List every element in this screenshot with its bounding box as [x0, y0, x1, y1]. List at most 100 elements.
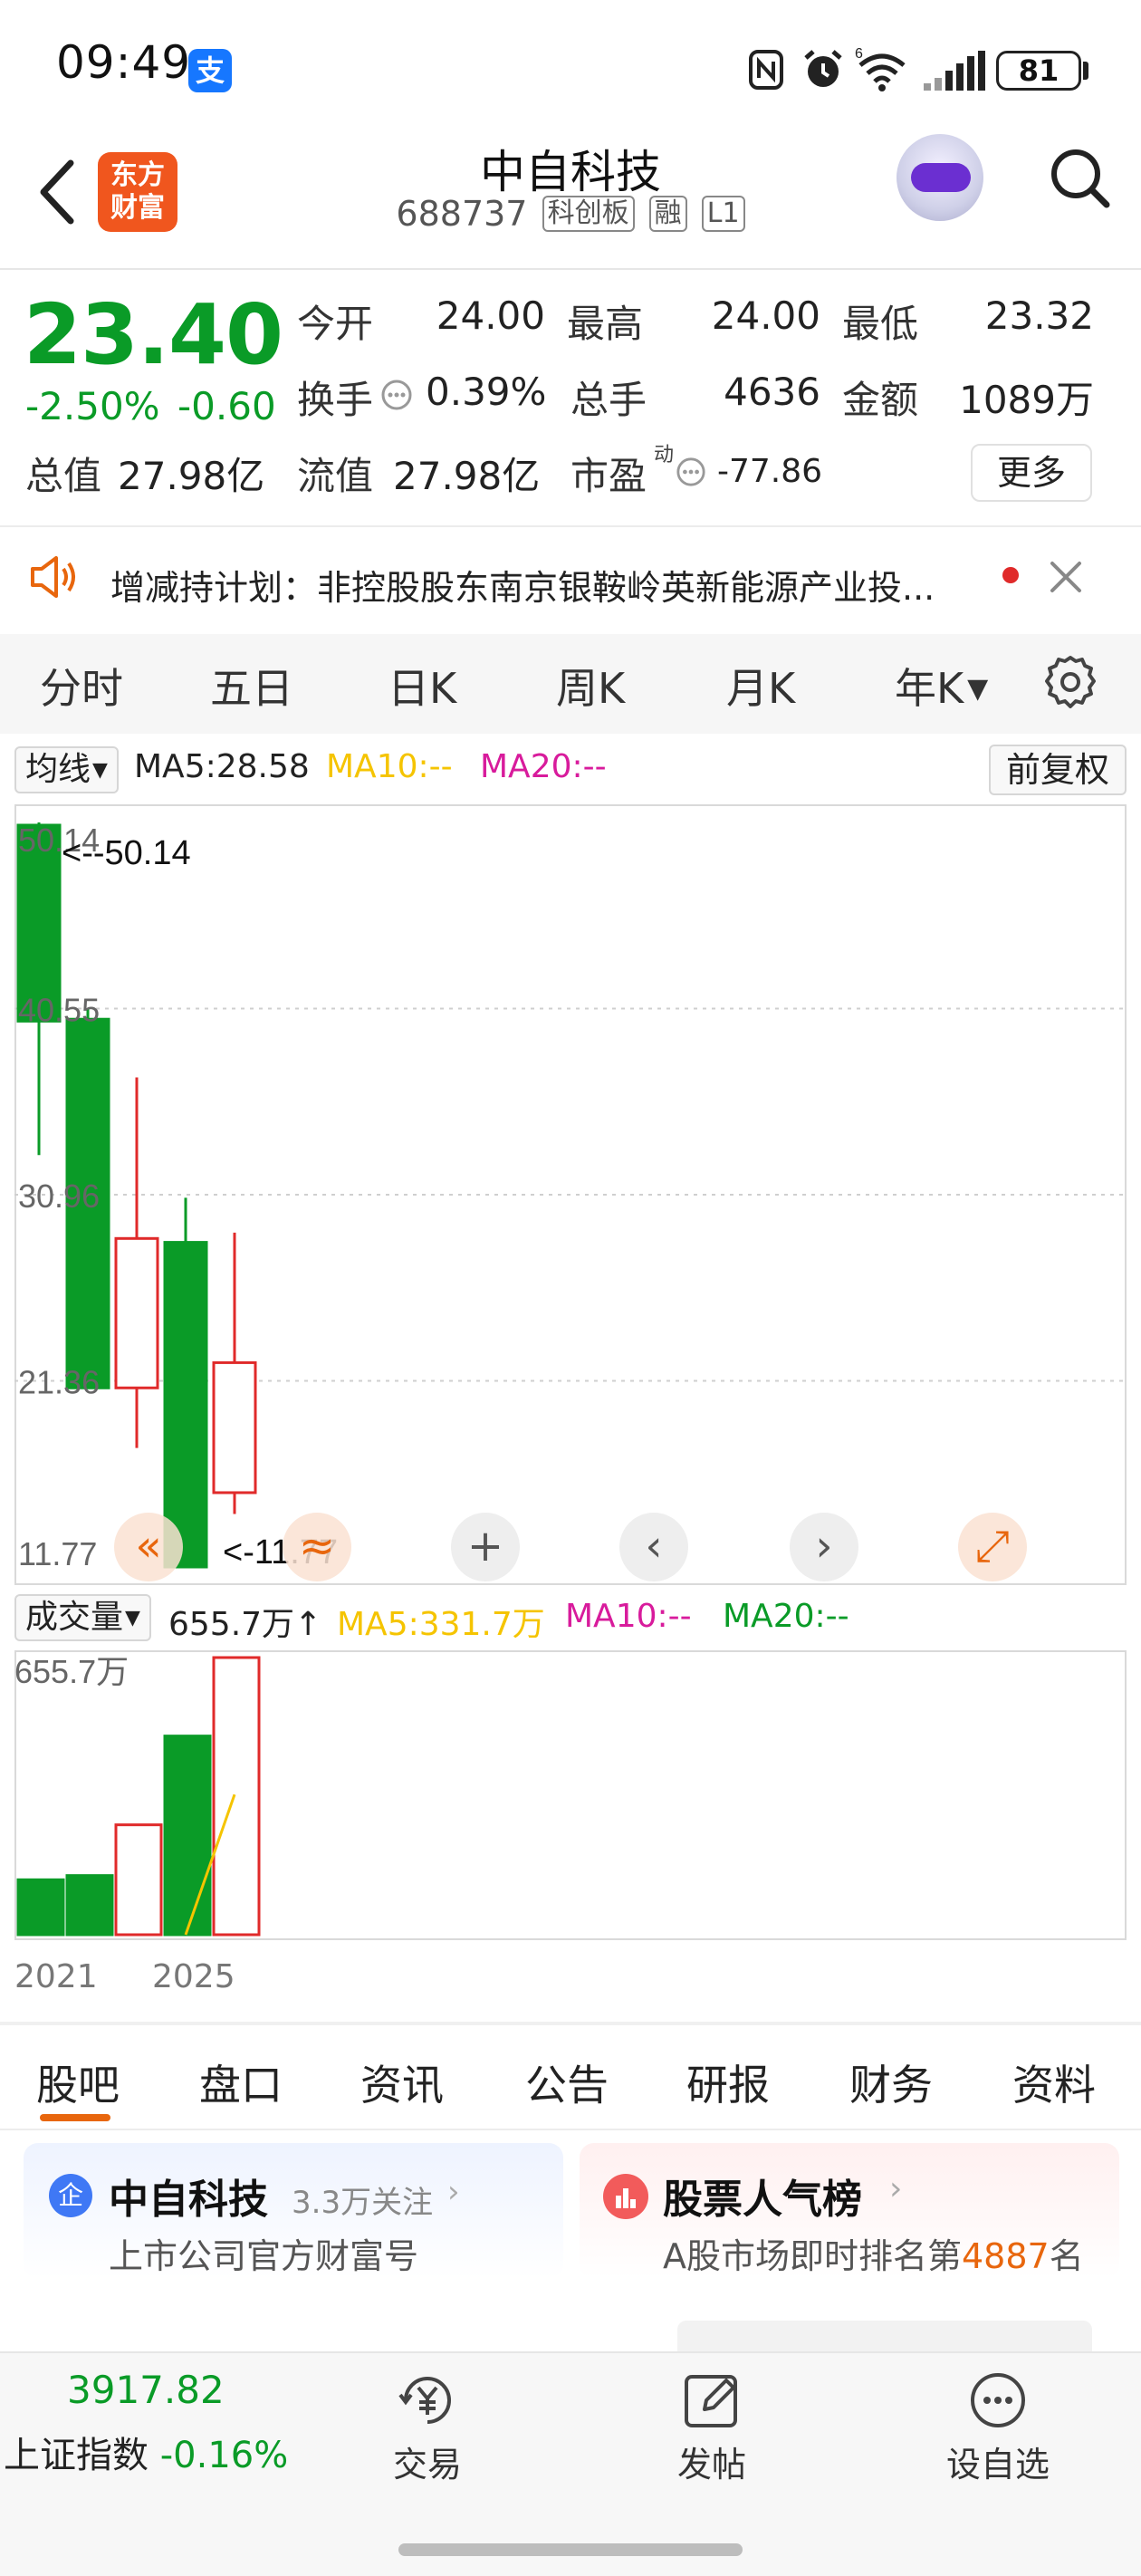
y-tick-label: 30.96 [18, 1177, 100, 1215]
open-label: 今开 [297, 302, 374, 346]
close-icon[interactable] [1047, 558, 1085, 596]
info-icon[interactable] [380, 379, 413, 411]
notice-unread-dot [1002, 567, 1019, 583]
quote-divider [0, 525, 1141, 527]
tab-yearly-k-label: 年K [895, 664, 964, 713]
zoom-in-icon[interactable]: + [451, 1513, 520, 1581]
amount-value: 1089万 [959, 378, 1094, 422]
float-label: 流值 [297, 454, 374, 498]
trade-yen-icon[interactable] [395, 2368, 460, 2433]
turnover-value: 0.39% [426, 370, 547, 414]
tab-intraday[interactable]: 分时 [40, 656, 123, 716]
volume-bar-down [65, 1874, 114, 1937]
ranking-icon [603, 2174, 648, 2219]
ma10-legend: MA10:-- [326, 748, 453, 785]
pe-value: -77.86 [717, 453, 823, 490]
change-value: -0.60 [177, 384, 276, 428]
chevron-left-icon[interactable]: ‹ [619, 1513, 688, 1581]
volume-value: 4636 [724, 370, 820, 414]
popularity-card[interactable]: 股票人气榜 › A股市场即时排名第4887名 [580, 2143, 1119, 2279]
wifi-icon: 6 [855, 46, 906, 91]
candle-up [212, 1360, 257, 1495]
alarm-icon [804, 50, 842, 87]
card-subtitle: 上市公司官方财富号 [109, 2236, 419, 2276]
active-tab-indicator [40, 2114, 110, 2121]
nav-add-watchlist[interactable]: 设自选 [907, 2437, 1088, 2486]
tab-daily-k[interactable]: 日K [388, 656, 456, 716]
enterprise-icon: 企 [49, 2174, 92, 2217]
pe-info-icon[interactable] [676, 457, 706, 487]
kline-chart[interactable]: 50.1440.5530.9621.3611.77<--50.14<-11.77 [14, 804, 1127, 1585]
index-change: -0.16% [159, 2435, 289, 2476]
y-tick-label: 21.36 [18, 1364, 100, 1401]
volume-select-label: 成交量 [25, 1599, 124, 1636]
volume-bar-down [16, 1878, 65, 1937]
tab-research[interactable]: 研报 [686, 2052, 770, 2112]
notice-text[interactable]: 增减持计划：非控股股东南京银鞍岭英新能源产业投... [110, 560, 998, 610]
volume-bar-up [114, 1823, 163, 1937]
y-tick-label: 40.55 [18, 992, 100, 1029]
rank-suffix: 名 [1049, 2236, 1084, 2276]
battery-tip [1083, 62, 1088, 80]
volume-max-label: 655.7万 [14, 1653, 129, 1690]
tab-pankou[interactable]: 盘口 [199, 2052, 283, 2112]
home-indicator[interactable] [398, 2543, 743, 2556]
tab-weekly-k[interactable]: 周K [556, 656, 625, 716]
rewind-icon[interactable]: « [114, 1513, 183, 1581]
index-row[interactable]: 上证指数 -0.16% [4, 2426, 288, 2478]
pe-label: 市盈 [570, 454, 647, 498]
tag-margin: 融 [648, 196, 687, 232]
caret-down-icon: ▼ [125, 1607, 140, 1629]
volume-select[interactable]: 成交量▼ [14, 1594, 151, 1641]
chevron-right-icon: › [447, 2174, 460, 2210]
float-value: 27.98亿 [393, 454, 541, 498]
signal-icon [924, 51, 985, 91]
adjust-button[interactable]: 前复权 [989, 745, 1127, 795]
arrow-up-icon: ↑ [294, 1606, 322, 1643]
indicator-icon[interactable]: ≈ [283, 1513, 351, 1581]
y-tick-label: 11.77 [18, 1535, 97, 1572]
pe-dynamic-sup: 动 [654, 444, 675, 466]
alipay-icon: 支 [188, 49, 232, 92]
low-value: 23.32 [984, 293, 1094, 338]
fullscreen-icon[interactable]: ⤢ [958, 1513, 1027, 1581]
ma-select[interactable]: 均线▼ [14, 746, 119, 793]
tab-profile[interactable]: 资料 [1012, 2052, 1096, 2112]
status-bar: 09:49 支 6 81 [0, 0, 1141, 136]
volume-label: 总手 [570, 378, 647, 422]
ma5-legend: MA5:28.58 [134, 748, 310, 785]
index-value[interactable]: 3917.82 [67, 2368, 225, 2412]
volume-number: 655.7万 [168, 1606, 295, 1643]
tab-guba[interactable]: 股吧 [36, 2052, 120, 2112]
more-button[interactable]: 更多 [971, 444, 1092, 502]
popularity-rank-text: A股市场即时排名第4887名 [663, 2228, 1084, 2278]
volume-bar-down [163, 1735, 212, 1937]
mktcap-value: 27.98亿 [118, 454, 265, 498]
edit-post-icon[interactable] [679, 2368, 744, 2433]
chevron-right-icon: › [889, 2170, 903, 2207]
candle-down [163, 1241, 208, 1569]
tab-announcement[interactable]: 公告 [525, 2052, 609, 2112]
partial-card-peek [677, 2321, 1092, 2351]
popularity-title: 股票人气榜 [663, 2177, 862, 2223]
tab-news[interactable]: 资讯 [360, 2052, 444, 2112]
rank-prefix: A股市场即时排名第 [663, 2236, 962, 2276]
battery-icon: 81 [996, 51, 1081, 91]
tab-monthly-k[interactable]: 月K [726, 656, 795, 716]
caret-down-icon: ▼ [92, 759, 108, 782]
official-account-card[interactable]: 企 中自科技 3.3万关注 › 上市公司官方财富号 [24, 2143, 563, 2279]
search-icon[interactable] [1047, 145, 1112, 210]
tab-finance[interactable]: 财务 [849, 2052, 933, 2112]
volume-chart[interactable]: 655.7万 [14, 1650, 1127, 1940]
gear-icon[interactable] [1041, 654, 1099, 712]
nav-post[interactable]: 发帖 [621, 2437, 802, 2486]
tab-yearly-k[interactable]: 年K ▼ [895, 656, 988, 716]
low-label: 最低 [842, 302, 919, 346]
tag-board: 科创板 [542, 196, 635, 232]
chevron-right-icon[interactable]: › [790, 1513, 858, 1581]
nav-trade[interactable]: 交易 [337, 2437, 518, 2486]
tab-five-day[interactable]: 五日 [210, 656, 293, 716]
more-circle-icon[interactable] [965, 2368, 1031, 2433]
volume-bar-up [212, 1656, 261, 1937]
x-label-2025: 2025 [152, 1958, 235, 1995]
